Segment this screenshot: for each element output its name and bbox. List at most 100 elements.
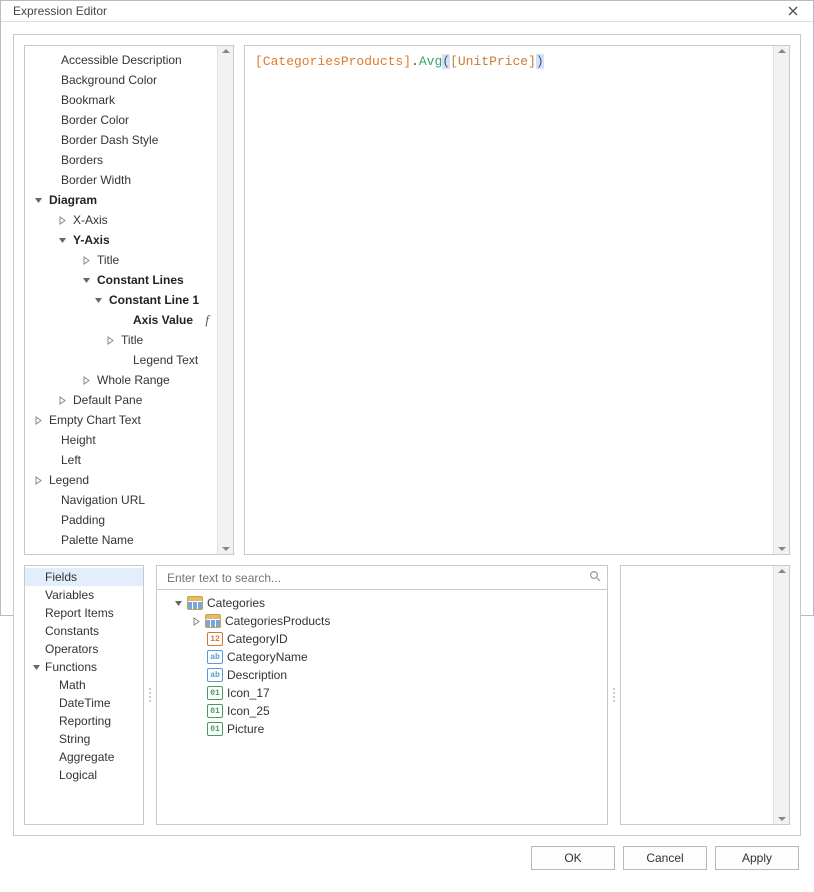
property-tree-item[interactable]: Constant Line 1 [25, 290, 217, 310]
chevron-right-icon[interactable] [57, 215, 67, 225]
chevron-down-icon[interactable] [173, 598, 183, 608]
category-item[interactable]: Reporting [25, 712, 143, 730]
category-item[interactable]: Math [25, 676, 143, 694]
fields-tree-root[interactable]: Categories [159, 594, 605, 612]
fields-tree[interactable]: Categories CategoriesProducts12CategoryID… [157, 590, 607, 742]
fields-tree-item[interactable]: CategoriesProducts [159, 612, 605, 630]
category-item[interactable]: Fields [25, 568, 143, 586]
category-label: Constants [45, 624, 99, 638]
description-content [621, 566, 773, 824]
property-tree-item[interactable]: Height [25, 430, 217, 450]
property-tree-item[interactable]: Background Color [25, 70, 217, 90]
fields-tree-root-label: Categories [207, 596, 265, 610]
fields-tree-item[interactable]: 01Icon_17 [159, 684, 605, 702]
splitter-grip-icon [149, 688, 151, 702]
chevron-right-icon[interactable] [105, 335, 115, 345]
expander-spacer [117, 355, 127, 365]
close-icon [788, 6, 798, 16]
chevron-down-icon[interactable] [33, 195, 43, 205]
category-item[interactable]: String [25, 730, 143, 748]
property-tree-item[interactable]: Legend [25, 470, 217, 490]
property-tree-item[interactable]: Legend Text [25, 350, 217, 370]
property-tree-label: Legend Text [131, 352, 200, 368]
fields-tree-item[interactable]: 01Icon_25 [159, 702, 605, 720]
expander-spacer [45, 115, 55, 125]
property-tree-item[interactable]: Axis Valuef [25, 310, 217, 330]
string-field-icon: ab [207, 650, 223, 664]
chevron-down-icon[interactable] [81, 275, 91, 285]
close-button[interactable] [783, 1, 803, 21]
category-item[interactable]: Aggregate [25, 748, 143, 766]
property-tree-label: Navigation URL [59, 492, 147, 508]
property-tree-item[interactable]: Palette Name [25, 530, 217, 550]
category-list[interactable]: FieldsVariablesReport Items Constants Oper… [24, 565, 144, 825]
property-tree-label: Legend [47, 472, 91, 488]
property-tree-item[interactable]: Accessible Description [25, 50, 217, 70]
category-item[interactable]: Functions [25, 658, 143, 676]
property-tree-item[interactable]: Bookmark [25, 90, 217, 110]
chevron-down-icon[interactable] [57, 235, 67, 245]
property-tree-label: Diagram [47, 192, 99, 208]
property-tree-label: Default Pane [71, 392, 144, 408]
binary-field-icon: 01 [207, 686, 223, 700]
splitter-2[interactable] [608, 565, 620, 825]
expander-spacer [45, 515, 55, 525]
chevron-down-icon[interactable] [31, 662, 41, 672]
property-tree-item[interactable]: Diagram [25, 190, 217, 210]
fields-tree-item[interactable]: 12CategoryID [159, 630, 605, 648]
property-tree-item[interactable]: Border Color [25, 110, 217, 130]
property-tree-item[interactable]: Left [25, 450, 217, 470]
fields-tree-item[interactable]: abDescription [159, 666, 605, 684]
property-tree-item[interactable]: Title [25, 250, 217, 270]
category-item[interactable]: Report Items [25, 604, 143, 622]
expander-spacer [45, 535, 55, 545]
property-tree-label: Border Dash Style [59, 132, 160, 148]
category-item[interactable]: Logical [25, 766, 143, 784]
ok-button[interactable]: OK [531, 846, 615, 870]
window-title: Expression Editor [13, 4, 107, 18]
property-tree-scrollbar[interactable] [217, 46, 233, 554]
property-tree-item[interactable]: Navigation URL [25, 490, 217, 510]
chevron-right-icon[interactable] [191, 616, 201, 626]
property-tree-item[interactable]: Default Pane [25, 390, 217, 410]
cancel-button[interactable]: Cancel [623, 846, 707, 870]
property-tree-item[interactable]: Constant Lines [25, 270, 217, 290]
chevron-right-icon[interactable] [57, 395, 67, 405]
property-tree-label: Border Color [59, 112, 131, 128]
property-tree-item[interactable]: Border Width [25, 170, 217, 190]
property-tree[interactable]: Accessible DescriptionBackground Color Bo… [25, 46, 217, 554]
fields-tree-item[interactable]: abCategoryName [159, 648, 605, 666]
property-tree-item[interactable]: Empty Chart Text [25, 410, 217, 430]
expander-spacer [45, 495, 55, 505]
property-tree-item[interactable]: Border Dash Style [25, 130, 217, 150]
category-item[interactable]: Variables [25, 586, 143, 604]
property-tree-item[interactable]: Title [25, 330, 217, 350]
property-tree-label: Bookmark [59, 92, 117, 108]
category-label: Aggregate [59, 750, 114, 764]
apply-button[interactable]: Apply [715, 846, 799, 870]
expander-spacer [45, 135, 55, 145]
expander-spacer [45, 155, 55, 165]
search-input[interactable] [165, 570, 589, 586]
category-item[interactable]: DateTime [25, 694, 143, 712]
property-tree-item[interactable]: Whole Range [25, 370, 217, 390]
property-tree-item[interactable]: X-Axis [25, 210, 217, 230]
table-icon [187, 596, 203, 610]
search-icon[interactable] [589, 570, 601, 585]
chevron-right-icon[interactable] [33, 415, 43, 425]
chevron-right-icon[interactable] [81, 375, 91, 385]
chevron-down-icon[interactable] [93, 295, 103, 305]
category-item[interactable]: Constants [25, 622, 143, 640]
expression-scrollbar[interactable] [773, 46, 789, 554]
expression-textarea[interactable]: [CategoriesProducts].Avg([UnitPrice]) [244, 45, 790, 555]
property-tree-item[interactable]: Padding [25, 510, 217, 530]
fields-tree-item[interactable]: 01Picture [159, 720, 605, 738]
chevron-right-icon[interactable] [33, 475, 43, 485]
category-item[interactable]: Operators [25, 640, 143, 658]
description-scrollbar[interactable] [773, 566, 789, 824]
property-tree-item[interactable]: Borders [25, 150, 217, 170]
property-tree-label: Axis Value [131, 312, 195, 328]
chevron-right-icon[interactable] [81, 255, 91, 265]
property-tree-item[interactable]: Y-Axis [25, 230, 217, 250]
splitter-1[interactable] [144, 565, 156, 825]
